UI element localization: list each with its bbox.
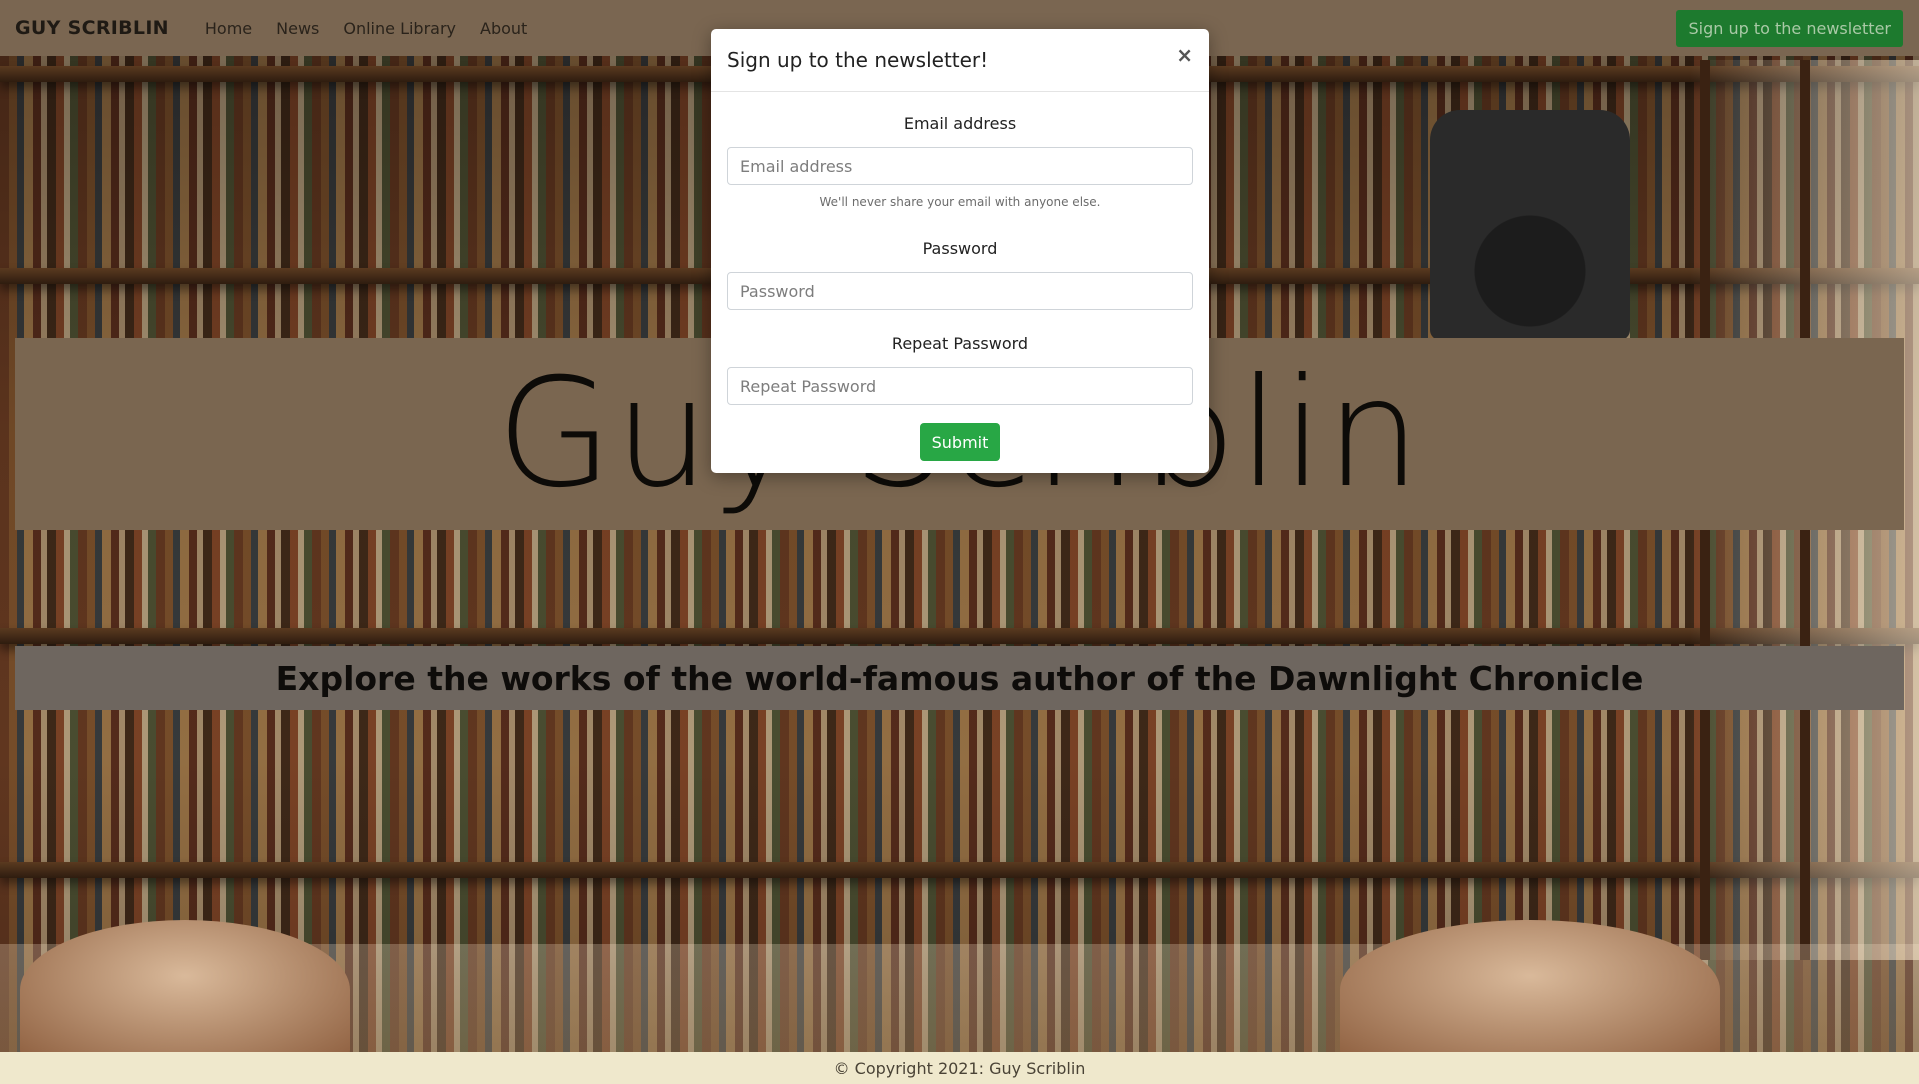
- modal-title: Sign up to the newsletter!: [727, 48, 989, 72]
- repeat-password-field[interactable]: [727, 367, 1193, 405]
- close-icon[interactable]: ×: [1176, 45, 1193, 65]
- email-form-group: Email address We'll never share your ema…: [727, 114, 1193, 209]
- repeat-password-label: Repeat Password: [891, 334, 1029, 353]
- password-form-group: Password: [727, 239, 1193, 310]
- repeat-password-form-group: Repeat Password: [727, 334, 1193, 405]
- submit-button[interactable]: Submit: [919, 423, 1001, 461]
- newsletter-modal: Sign up to the newsletter! × Email addre…: [711, 29, 1209, 473]
- modal-header: Sign up to the newsletter! ×: [711, 29, 1209, 92]
- email-help-text: We'll never share your email with anyone…: [819, 195, 1101, 209]
- password-field[interactable]: [727, 272, 1193, 310]
- password-label: Password: [922, 239, 998, 258]
- email-label: Email address: [903, 114, 1017, 133]
- email-field[interactable]: [727, 147, 1193, 185]
- modal-body: Email address We'll never share your ema…: [711, 92, 1209, 461]
